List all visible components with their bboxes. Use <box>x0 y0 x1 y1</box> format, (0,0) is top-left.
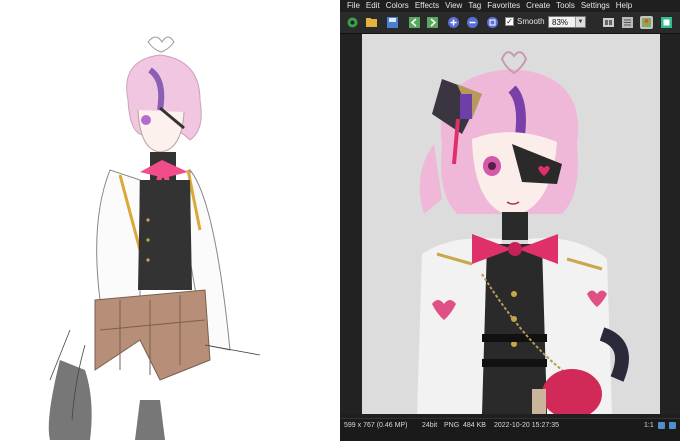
window-icon[interactable] <box>669 422 676 429</box>
menubar: File Edit Colors Effects View Tag Favori… <box>340 0 680 12</box>
menu-effects[interactable]: Effects <box>412 0 442 12</box>
thumbnails-icon[interactable] <box>621 16 634 29</box>
character-illustration <box>417 51 629 414</box>
image-canvas <box>362 34 660 414</box>
prev-icon[interactable] <box>408 16 421 29</box>
smooth-label: Smooth <box>517 17 545 26</box>
zoom-dropdown[interactable]: 83% ▼ <box>548 16 586 28</box>
zoom-in-icon[interactable] <box>447 16 460 29</box>
status-format: PNG <box>444 422 460 429</box>
status-bit-depth: 24bit <box>422 422 438 429</box>
menu-settings[interactable]: Settings <box>578 0 613 12</box>
checkmark-icon[interactable]: ✓ <box>505 17 514 26</box>
save-icon[interactable] <box>386 16 399 29</box>
image-viewer-window: File Edit Colors Effects View Tag Favori… <box>340 0 680 441</box>
fullscreen-icon[interactable] <box>660 16 673 29</box>
next-icon[interactable] <box>426 16 439 29</box>
status-dimensions: 599 x 767 (0.46 MP) <box>344 422 408 429</box>
menu-help[interactable]: Help <box>613 0 635 12</box>
open-icon[interactable] <box>346 16 359 29</box>
sketch-illustration <box>48 36 261 440</box>
zoom-out-icon[interactable] <box>466 16 479 29</box>
statusbar: 599 x 767 (0.46 MP) 24bit PNG 484 KB 202… <box>340 418 680 441</box>
sketch-canvas <box>0 0 330 440</box>
monitor-icon[interactable] <box>658 422 665 429</box>
status-datetime: 2022-10-20 15:27:35 <box>494 422 559 429</box>
settings-icon[interactable] <box>602 16 615 29</box>
slideshow-icon[interactable] <box>640 16 653 29</box>
toolbar: ✓ Smooth 83% ▼ <box>340 12 680 34</box>
menu-tag[interactable]: Tag <box>465 0 484 12</box>
fit-icon[interactable] <box>486 16 499 29</box>
menu-file[interactable]: File <box>340 0 363 12</box>
image-view-area[interactable] <box>340 34 680 414</box>
menu-edit[interactable]: Edit <box>363 0 383 12</box>
menu-tools[interactable]: Tools <box>553 0 578 12</box>
menu-favorites[interactable]: Favorites <box>484 0 523 12</box>
menu-colors[interactable]: Colors <box>383 0 412 12</box>
status-scale: 1:1 <box>644 422 654 429</box>
menu-view[interactable]: View <box>442 0 465 12</box>
menu-create[interactable]: Create <box>523 0 553 12</box>
zoom-value: 83% <box>552 18 569 27</box>
folder-icon[interactable] <box>365 16 378 29</box>
smooth-checkbox[interactable]: ✓ Smooth <box>505 17 545 26</box>
chevron-down-icon[interactable]: ▼ <box>575 17 585 27</box>
status-filesize: 484 KB <box>463 422 486 429</box>
pane-divider <box>330 0 340 440</box>
